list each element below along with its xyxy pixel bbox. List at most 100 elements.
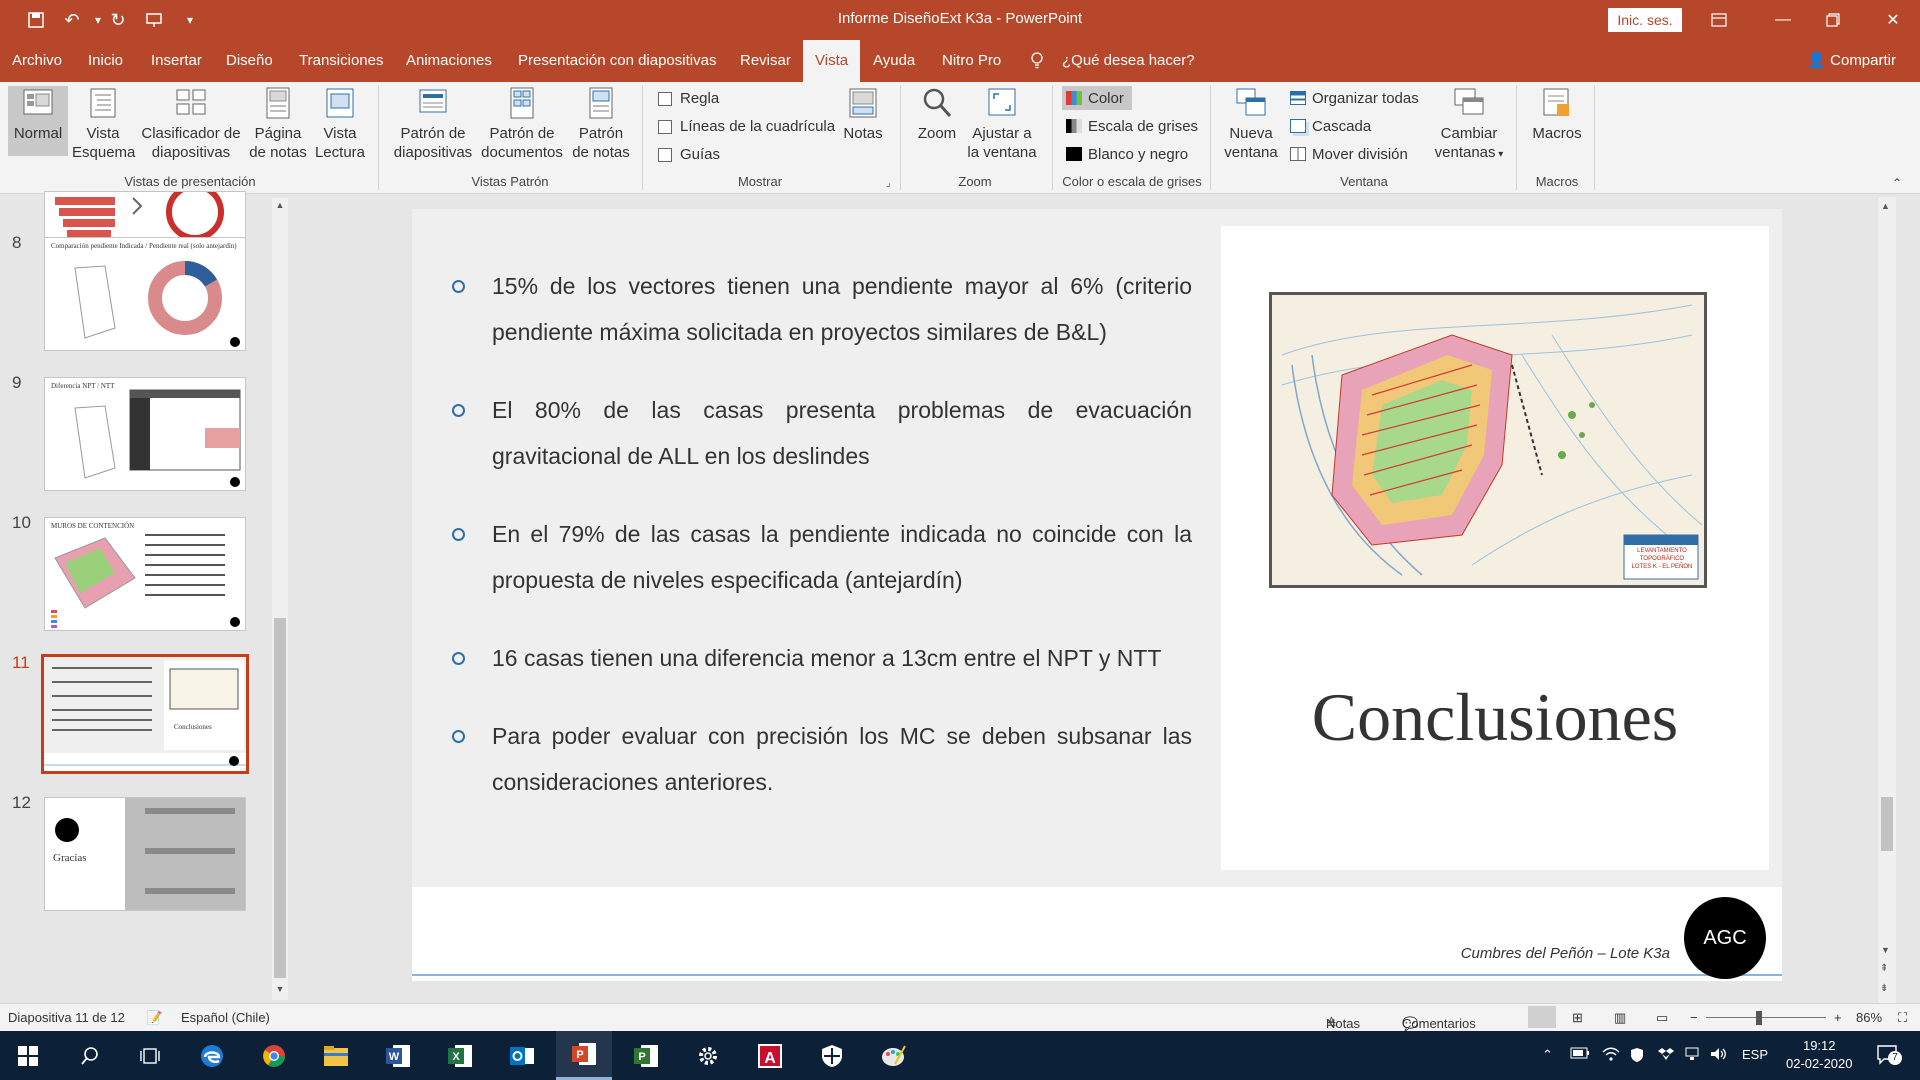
- tray-show-hidden-icon[interactable]: ⌃: [1542, 1047, 1553, 1063]
- outlook-icon[interactable]: [494, 1031, 550, 1080]
- zoom-out-icon[interactable]: −: [1690, 1010, 1698, 1025]
- color-button[interactable]: Color: [1062, 86, 1132, 110]
- scroll-thumb[interactable]: [274, 618, 286, 978]
- tab-archivo[interactable]: Archivo: [12, 40, 62, 82]
- tab-insertar[interactable]: Insertar: [151, 40, 202, 82]
- search-icon[interactable]: [62, 1031, 118, 1080]
- slide-sorter-status-icon[interactable]: ⊞: [1572, 1010, 1583, 1026]
- volume-icon[interactable]: [1710, 1047, 1728, 1064]
- zoom-button[interactable]: Zoom: [910, 86, 964, 143]
- notifications-button[interactable]: 7: [1876, 1043, 1902, 1068]
- word-icon[interactable]: W: [370, 1031, 426, 1080]
- project-icon[interactable]: P: [618, 1031, 674, 1080]
- tab-ayuda[interactable]: Ayuda: [873, 40, 915, 82]
- slide-sorter-button[interactable]: Clasificador de diapositivas: [138, 86, 244, 162]
- restore-icon[interactable]: [1810, 0, 1856, 40]
- bullet-item[interactable]: 15% de los vectores tienen una pendiente…: [452, 263, 1192, 355]
- grayscale-button[interactable]: Escala de grises: [1066, 114, 1198, 138]
- network-icon[interactable]: [1684, 1047, 1700, 1064]
- ribbon-display-options-icon[interactable]: [1696, 0, 1742, 40]
- language-indicator[interactable]: Español (Chile): [181, 1010, 270, 1025]
- reading-view-status-icon[interactable]: ▥: [1614, 1010, 1626, 1026]
- autocad-icon[interactable]: A: [742, 1031, 798, 1080]
- tab-animaciones[interactable]: Animaciones: [406, 40, 492, 82]
- collapse-ribbon-icon[interactable]: ⌃: [1892, 176, 1902, 190]
- defender-shield-icon[interactable]: [1630, 1047, 1644, 1066]
- slide-title[interactable]: Conclusiones: [1221, 678, 1769, 757]
- spellcheck-icon[interactable]: 📝: [146, 1010, 162, 1026]
- start-slideshow-icon[interactable]: [140, 8, 168, 32]
- macros-button[interactable]: Macros: [1526, 86, 1588, 143]
- agc-logo[interactable]: AGC: [1684, 897, 1766, 979]
- normal-view-button[interactable]: Normal: [8, 86, 68, 156]
- notes-button[interactable]: Notas: [836, 86, 890, 143]
- black-white-button[interactable]: Blanco y negro: [1066, 142, 1188, 166]
- dialog-launcher-icon[interactable]: ⌟: [886, 178, 891, 189]
- scroll-up-icon[interactable]: ▲: [274, 200, 286, 214]
- switch-windows-button[interactable]: Cambiar ventanas ▾: [1432, 86, 1506, 164]
- battery-icon[interactable]: [1570, 1047, 1590, 1062]
- scroll-thumb[interactable]: [1881, 797, 1893, 851]
- excel-icon[interactable]: X: [432, 1031, 488, 1080]
- edge-browser-icon[interactable]: [184, 1031, 240, 1080]
- cascade-button[interactable]: Cascada: [1290, 114, 1371, 138]
- notes-page-button[interactable]: Página de notas: [246, 86, 310, 162]
- bullet-item[interactable]: El 80% de las casas presenta problemas d…: [452, 387, 1192, 479]
- dropbox-icon[interactable]: [1658, 1047, 1674, 1064]
- scroll-down-icon[interactable]: ▼: [274, 984, 286, 998]
- fit-to-window-button[interactable]: Ajustar a la ventana: [964, 86, 1040, 162]
- tab-revisar[interactable]: Revisar: [740, 40, 791, 82]
- scroll-down-icon[interactable]: ▼: [1881, 945, 1890, 955]
- reading-view-button[interactable]: Vista Lectura: [312, 86, 368, 162]
- file-explorer-icon[interactable]: [308, 1031, 364, 1080]
- arrange-all-button[interactable]: Organizar todas: [1290, 86, 1419, 110]
- previous-slide-icon[interactable]: ⇞: [1880, 963, 1888, 974]
- share-button[interactable]: 👤 Compartir: [1807, 40, 1896, 82]
- powerpoint-icon[interactable]: P: [556, 1031, 612, 1080]
- slide-thumbnail-12[interactable]: Gracias: [44, 797, 246, 911]
- minimize-icon[interactable]: —: [1760, 0, 1806, 40]
- chrome-browser-icon[interactable]: [246, 1031, 302, 1080]
- gridlines-checkbox[interactable]: Líneas de la cuadrícula: [658, 118, 835, 135]
- slide-thumbnail-11[interactable]: Conclusiones: [41, 654, 249, 774]
- tab-presentacion[interactable]: Presentación con diapositivas: [518, 40, 716, 82]
- slideshow-status-icon[interactable]: ▭: [1656, 1010, 1668, 1026]
- fit-slide-icon[interactable]: ⛶: [1898, 1010, 1907, 1026]
- slide-canvas[interactable]: 15% de los vectores tienen una pendiente…: [412, 209, 1782, 981]
- handout-master-button[interactable]: Patrón de documentos: [478, 86, 566, 162]
- bullet-item[interactable]: 16 casas tienen una diferencia menor a 1…: [452, 635, 1192, 681]
- thumbnail-scrollbar[interactable]: ▲ ▼: [272, 198, 288, 1000]
- wifi-icon[interactable]: [1602, 1047, 1620, 1064]
- topographic-plan-image[interactable]: LEVANTAMIENTO TOPOGRÁFICO LOTES K - EL P…: [1269, 292, 1707, 588]
- zoom-in-icon[interactable]: +: [1834, 1010, 1842, 1025]
- slide-thumbnail-8[interactable]: Comparación pendiente Indicada / Pendien…: [44, 237, 246, 351]
- guides-checkbox[interactable]: Guías: [658, 146, 720, 163]
- slide-footer[interactable]: Cumbres del Peñón – Lote K3a: [1461, 945, 1670, 962]
- settings-gear-icon[interactable]: [680, 1031, 736, 1080]
- new-window-button[interactable]: Nueva ventana: [1220, 86, 1282, 162]
- tell-me-search[interactable]: ¿Qué desea hacer?: [1062, 40, 1195, 82]
- customize-toolbar-icon[interactable]: ▾: [176, 8, 204, 32]
- clock[interactable]: 19:12 02-02-2020: [1786, 1037, 1853, 1073]
- slide-thumbnail-10[interactable]: MUROS DE CONTENCIÓN: [44, 517, 246, 631]
- ruler-checkbox[interactable]: Regla: [658, 90, 719, 107]
- slide-master-button[interactable]: Patrón de diapositivas: [388, 86, 478, 162]
- slide-thumbnail-9[interactable]: Diferencia NPT / NTT: [44, 377, 246, 491]
- redo-icon[interactable]: ↻: [104, 8, 132, 32]
- notes-master-button[interactable]: Patrón de notas: [570, 86, 632, 162]
- tab-nitro-pro[interactable]: Nitro Pro: [942, 40, 1001, 82]
- bullet-item[interactable]: En el 79% de las casas la pendiente indi…: [452, 511, 1192, 603]
- bullet-item[interactable]: Para poder evaluar con precisión los MC …: [452, 713, 1192, 805]
- security-shield-icon[interactable]: [804, 1031, 860, 1080]
- next-slide-icon[interactable]: ⇟: [1880, 983, 1888, 994]
- close-icon[interactable]: ✕: [1870, 0, 1916, 40]
- move-split-button[interactable]: Mover división: [1290, 142, 1408, 166]
- zoom-slider-thumb[interactable]: [1756, 1011, 1762, 1025]
- sign-in-button[interactable]: Inic. ses.: [1608, 8, 1682, 32]
- tab-inicio[interactable]: Inicio: [88, 40, 123, 82]
- task-view-icon[interactable]: [122, 1031, 178, 1080]
- undo-icon[interactable]: ↶: [58, 8, 86, 32]
- tab-transiciones[interactable]: Transiciones: [299, 40, 383, 82]
- scroll-up-icon[interactable]: ▲: [1881, 201, 1890, 211]
- normal-view-status-icon[interactable]: [1528, 1006, 1556, 1028]
